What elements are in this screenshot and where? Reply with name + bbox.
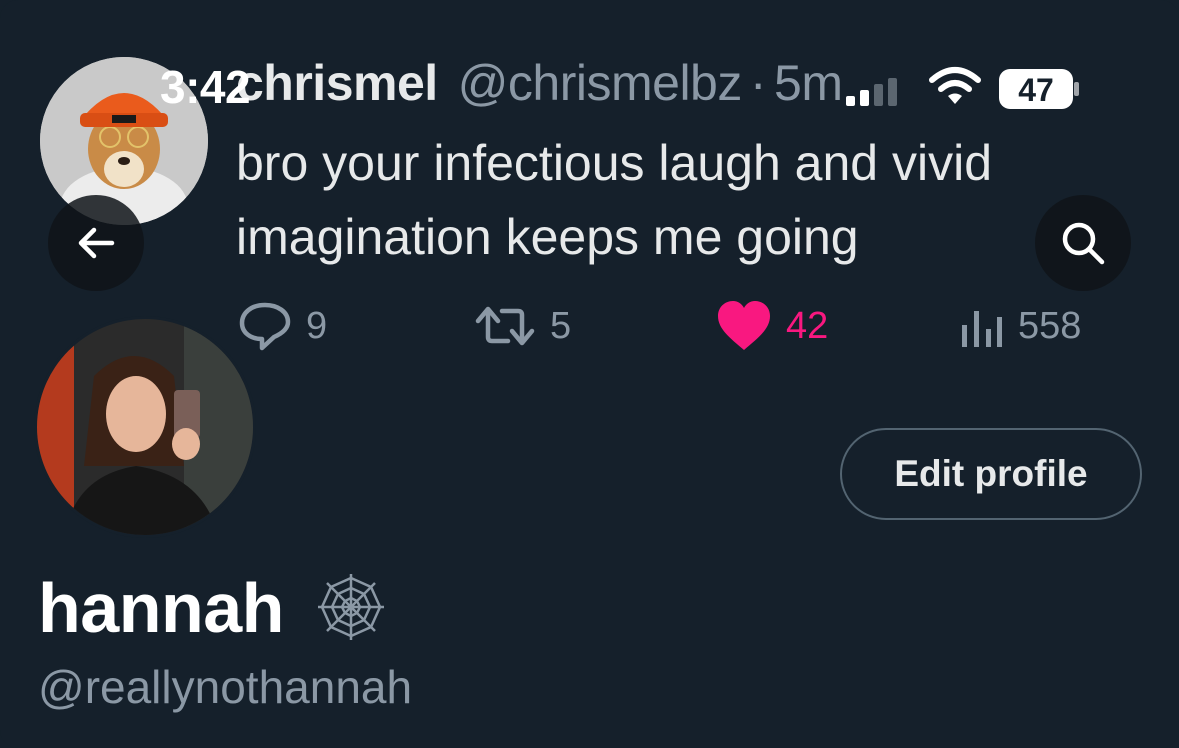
reply-count: 9 <box>306 304 328 347</box>
views-button[interactable]: 558 <box>960 296 1081 356</box>
tweet-text-line: imagination keeps me going <box>236 209 859 265</box>
tweet-timestamp[interactable]: 5m <box>774 54 843 112</box>
tweet-header: chrismel @chrismelbz · 5m <box>236 54 843 114</box>
reply-button[interactable]: 9 <box>238 296 327 356</box>
profile-handle: @reallynothannah <box>38 661 413 713</box>
bar-chart-icon <box>962 311 1002 347</box>
tweet-actions: 9 5 42 558 <box>236 296 1116 356</box>
tweet-text: bro your infectious laugh and vivid imag… <box>236 126 1136 274</box>
views-count: 558 <box>1018 304 1082 347</box>
battery-level: 47 <box>1018 72 1054 108</box>
status-time: 3:42 <box>160 61 251 113</box>
retweet-count: 5 <box>550 304 572 347</box>
profile-display-name: hannah <box>38 569 284 647</box>
profile-page: chrismel @chrismelbz · 5m 3:42 47 bro yo… <box>0 0 1179 748</box>
like-count: 42 <box>786 304 829 347</box>
search-button[interactable] <box>1035 195 1131 291</box>
tweet-separator: · <box>749 55 767 111</box>
tweet-author-name[interactable]: chrismel <box>236 54 438 112</box>
reply-bubble-icon <box>239 302 291 351</box>
tweet-text-line: bro your infectious laugh and vivid <box>236 135 993 191</box>
edit-profile-button[interactable]: Edit profile <box>840 428 1142 520</box>
retweet-icon <box>475 306 535 346</box>
like-button[interactable]: 42 <box>716 296 828 356</box>
tweet-author-handle[interactable]: @chrismelbz <box>458 54 743 112</box>
profile-avatar[interactable] <box>34 316 256 538</box>
back-button[interactable] <box>48 195 144 291</box>
search-icon <box>1062 222 1105 265</box>
cellular-signal-icon <box>846 78 902 111</box>
heart-icon <box>718 301 770 350</box>
battery-indicator: 47 <box>998 68 1080 115</box>
retweet-button[interactable]: 5 <box>474 296 571 356</box>
arrow-left-icon <box>78 227 115 259</box>
spider-web-icon <box>314 570 388 649</box>
wifi-icon <box>928 66 982 111</box>
